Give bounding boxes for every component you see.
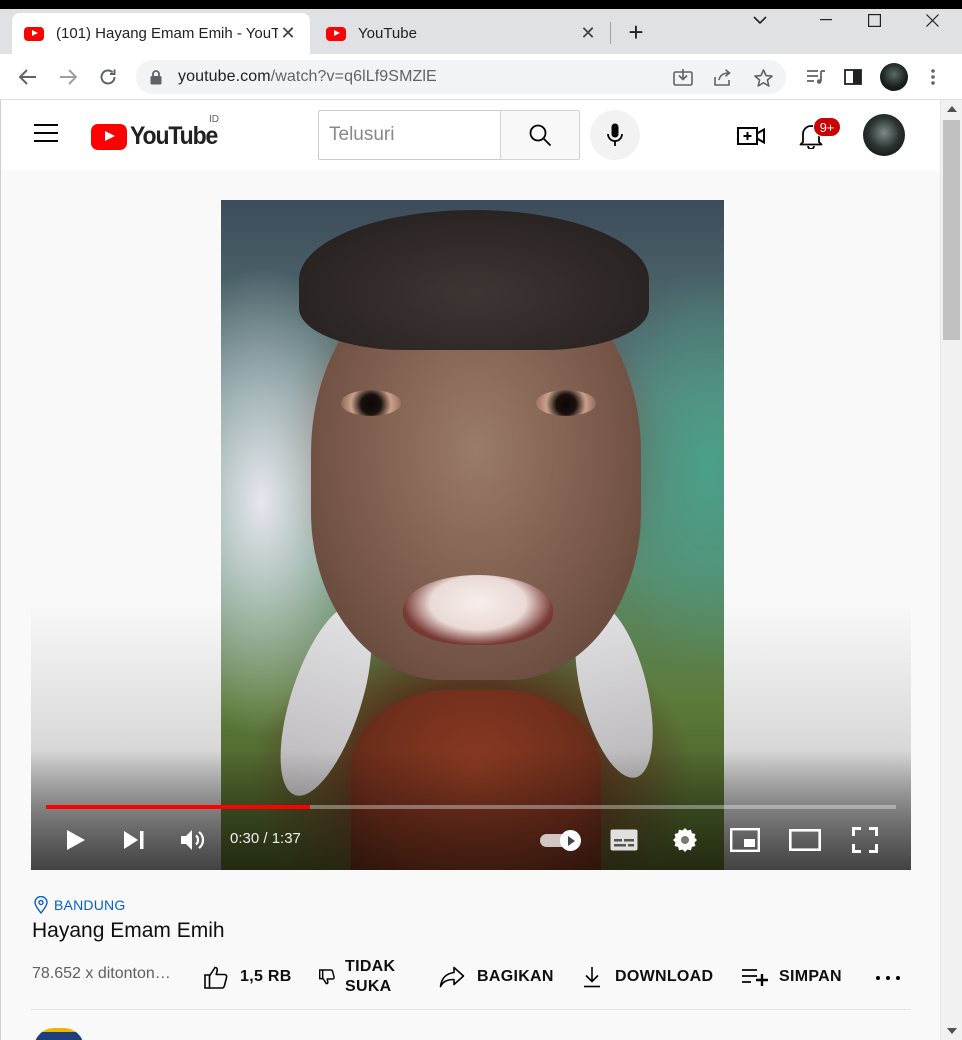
tab-close-icon[interactable]: ✕ — [278, 23, 298, 44]
gear-icon — [673, 828, 697, 852]
tab-title: YouTube — [358, 25, 417, 42]
video-player[interactable]: 0:30 / 1:37 — [31, 200, 911, 870]
location-link[interactable]: BANDUNG — [34, 896, 125, 914]
share-button[interactable]: BAGIKAN — [439, 956, 554, 998]
close-window-button[interactable] — [909, 6, 955, 34]
tab-search-chevron-icon[interactable] — [737, 6, 783, 34]
page-scrollbar[interactable] — [940, 100, 962, 1040]
youtube-masthead: YouTube ID 9+ — [1, 100, 940, 170]
captions-icon — [610, 829, 638, 851]
progress-played — [46, 805, 310, 809]
url-host: youtube.com — [178, 68, 271, 85]
country-code: ID — [209, 114, 219, 125]
dislike-button[interactable]: TIDAK SUKA — [319, 956, 395, 998]
side-panel-icon[interactable] — [838, 62, 868, 92]
save-button[interactable]: SIMPAN — [742, 956, 842, 998]
search-input[interactable] — [319, 111, 500, 159]
theater-mode-icon — [789, 829, 821, 851]
youtube-favicon-icon — [24, 26, 44, 41]
fullscreen-button[interactable] — [845, 822, 885, 858]
settings-button[interactable] — [665, 822, 705, 858]
tab-close-icon[interactable]: ✕ — [578, 23, 598, 44]
view-count[interactable]: 78.652 x ditonton… — [32, 965, 184, 983]
mute-button[interactable] — [173, 822, 213, 858]
youtube-favicon-icon — [326, 26, 346, 41]
fullscreen-icon — [852, 827, 878, 853]
chrome-profile-avatar[interactable] — [880, 63, 908, 91]
save-label: SIMPAN — [779, 968, 842, 985]
miniplayer-icon — [730, 828, 760, 852]
browser-tab-strip: (101) Hayang Emam Emih - YouTube ✕ YouTu… — [0, 0, 962, 54]
scroll-down-arrow-icon[interactable] — [947, 1028, 957, 1034]
controls-gradient — [31, 750, 911, 870]
add-to-playlist-icon — [742, 968, 769, 986]
like-button[interactable]: 1,5 RB — [204, 956, 292, 998]
scroll-up-arrow-icon[interactable] — [947, 106, 957, 112]
notification-count-badge: 9+ — [813, 117, 841, 137]
lock-icon[interactable] — [150, 70, 162, 85]
youtube-wordmark: YouTube — [130, 122, 218, 150]
theater-mode-button[interactable] — [785, 822, 825, 858]
url-text[interactable]: youtube.com/watch?v=q6lLf9SMZlE — [178, 68, 437, 86]
bookmark-star-icon[interactable] — [751, 66, 775, 90]
maximize-button[interactable] — [851, 6, 897, 34]
dislike-label-line2: SUKA — [345, 978, 392, 995]
search-button[interactable] — [500, 110, 580, 160]
address-bar[interactable]: youtube.com/watch?v=q6lLf9SMZlE — [136, 60, 786, 94]
channel-avatar[interactable] — [34, 1028, 84, 1040]
youtube-play-logo-icon — [91, 123, 127, 150]
search-box[interactable] — [318, 110, 500, 160]
time-display: 0:30 / 1:37 — [230, 830, 301, 847]
new-tab-button[interactable]: + — [622, 19, 650, 46]
autoplay-toggle[interactable] — [540, 830, 584, 851]
progress-bar[interactable] — [46, 805, 896, 809]
minimize-button[interactable] — [803, 6, 849, 34]
back-button[interactable] — [13, 62, 43, 92]
reload-button[interactable] — [93, 62, 123, 92]
section-divider — [31, 1009, 911, 1010]
browser-toolbar: youtube.com/watch?v=q6lLf9SMZlE — [0, 54, 962, 100]
forward-button[interactable] — [53, 62, 83, 92]
install-app-icon[interactable] — [671, 66, 695, 90]
more-actions-icon[interactable] — [876, 970, 900, 986]
location-text: BANDUNG — [54, 897, 126, 913]
voice-search-button[interactable] — [590, 110, 640, 160]
scrollbar-thumb[interactable] — [943, 120, 960, 340]
skip-next-icon — [124, 831, 144, 849]
share-label: BAGIKAN — [477, 968, 554, 985]
search-icon — [529, 124, 552, 147]
tab-separator — [610, 22, 611, 44]
media-control-icon[interactable] — [801, 62, 831, 92]
location-pin-icon — [34, 896, 48, 914]
download-label: DOWNLOAD — [615, 968, 714, 985]
guide-menu-icon[interactable] — [34, 124, 58, 144]
play-icon — [67, 830, 85, 850]
microphone-icon — [607, 123, 623, 146]
share-arrow-icon — [439, 966, 465, 988]
volume-icon — [181, 830, 205, 850]
play-button[interactable] — [56, 822, 96, 858]
miniplayer-button[interactable] — [725, 822, 765, 858]
download-icon — [583, 966, 601, 988]
tab-youtube-video[interactable]: (101) Hayang Emam Emih - YouTube ✕ — [12, 13, 310, 54]
dislike-label: TIDAK SUKA — [345, 957, 395, 997]
url-path: /watch?v=q6lLf9SMZlE — [270, 68, 437, 85]
subtitles-button[interactable] — [604, 822, 644, 858]
tab-youtube-home[interactable]: YouTube ✕ — [314, 13, 610, 54]
next-video-button[interactable] — [114, 822, 154, 858]
account-avatar[interactable] — [863, 114, 905, 156]
share-page-icon[interactable] — [711, 66, 735, 90]
page-viewport: YouTube ID 9+ — [0, 100, 940, 1040]
thumbs-up-icon — [204, 966, 228, 989]
download-button[interactable]: DOWNLOAD — [583, 956, 713, 998]
video-title: Hayang Emam Emih — [32, 919, 225, 942]
autoplay-play-icon — [560, 830, 581, 851]
create-video-icon[interactable] — [736, 121, 766, 151]
dislike-label-line1: TIDAK — [345, 958, 396, 975]
youtube-logo[interactable]: YouTube ID — [91, 114, 225, 151]
tab-title: (101) Hayang Emam Emih - YouTube — [56, 25, 278, 42]
thumbs-down-icon — [319, 969, 335, 985]
chrome-menu-icon[interactable] — [918, 62, 948, 92]
like-count: 1,5 RB — [240, 968, 292, 985]
